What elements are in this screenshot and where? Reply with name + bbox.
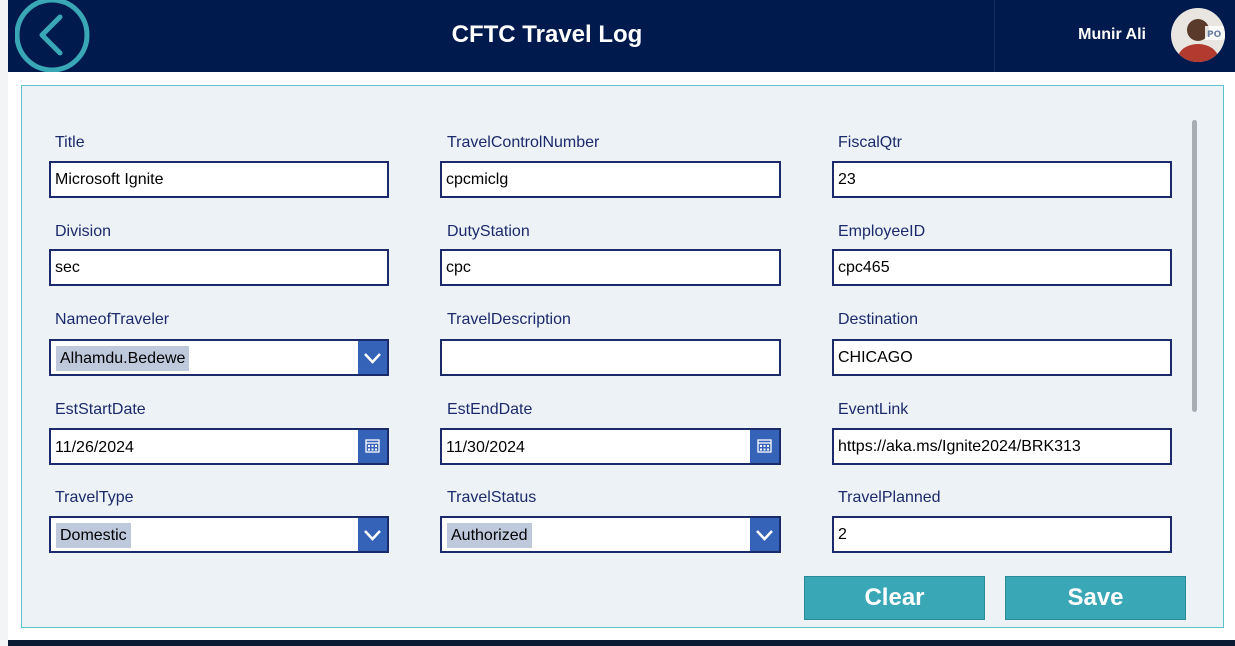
app-header: CFTC Travel Log Munir Ali PO xyxy=(8,0,1235,73)
employee-id-label: EmployeeID xyxy=(838,223,926,240)
travel-description-label: TravelDescription xyxy=(447,311,571,328)
avatar-image: PO xyxy=(1171,8,1225,62)
est-end-date-picker[interactable]: 11/30/2024 xyxy=(440,428,781,465)
travel-type-combobox[interactable]: Domestic xyxy=(49,516,389,553)
event-link-label: EventLink xyxy=(838,401,909,418)
fiscal-qtr-label: FiscalQtr xyxy=(838,134,902,151)
travel-control-number-input[interactable]: cpcmiclg xyxy=(440,161,781,198)
est-start-date-picker[interactable]: 11/26/2024 xyxy=(49,428,389,465)
travel-control-number-label: TravelControlNumber xyxy=(447,134,600,151)
division-label: Division xyxy=(55,223,112,240)
duty-station-input[interactable]: cpc xyxy=(440,249,781,286)
chevron-down-icon xyxy=(364,353,381,364)
destination-label: Destination xyxy=(838,311,919,328)
est-end-date-label: EstEndDate xyxy=(447,401,533,418)
travel-type-selected: Domestic xyxy=(56,523,131,548)
bottom-bar xyxy=(8,640,1235,646)
left-edge-strip xyxy=(0,0,8,646)
fiscal-qtr-input[interactable]: 23 xyxy=(832,161,1172,198)
travel-type-dropdown-button[interactable] xyxy=(358,518,387,551)
destination-input[interactable]: CHICAGO xyxy=(832,339,1172,376)
svg-text:PO: PO xyxy=(1207,30,1222,40)
travel-status-combobox[interactable]: Authorized xyxy=(440,516,781,553)
calendar-icon xyxy=(365,439,380,453)
save-button[interactable]: Save xyxy=(1005,576,1186,620)
employee-id-input[interactable]: cpc465 xyxy=(832,249,1172,286)
est-start-date-calendar-button[interactable] xyxy=(358,430,387,463)
travel-type-label: TravelType xyxy=(55,489,134,506)
travel-planned-label: TravelPlanned xyxy=(838,489,941,506)
clear-button[interactable]: Clear xyxy=(804,576,985,620)
name-of-traveler-dropdown-button[interactable] xyxy=(358,341,387,374)
name-of-traveler-selected: Alhamdu.Bedewe xyxy=(56,346,190,371)
est-end-date-value: 11/30/2024 xyxy=(446,439,525,456)
calendar-icon xyxy=(757,439,772,453)
title-label: Title xyxy=(55,134,85,151)
travel-status-label: TravelStatus xyxy=(447,489,537,506)
chevron-down-icon xyxy=(364,530,381,541)
division-input[interactable]: sec xyxy=(49,249,389,286)
user-name: Munir Ali xyxy=(1078,26,1146,43)
chevron-down-icon xyxy=(756,530,773,541)
est-start-date-label: EstStartDate xyxy=(55,401,146,418)
travel-status-dropdown-button[interactable] xyxy=(750,518,779,551)
avatar[interactable]: PO xyxy=(1171,8,1225,62)
travel-description-input[interactable] xyxy=(440,339,781,376)
est-start-date-value: 11/26/2024 xyxy=(55,439,134,456)
est-end-date-calendar-button[interactable] xyxy=(750,430,779,463)
travel-planned-input[interactable]: 2 xyxy=(832,516,1172,553)
title-input[interactable]: Microsoft Ignite xyxy=(49,161,389,198)
app-title: CFTC Travel Log xyxy=(451,21,643,48)
user-area: Munir Ali PO xyxy=(994,0,1235,72)
travel-status-selected: Authorized xyxy=(447,523,532,548)
name-of-traveler-combobox[interactable]: Alhamdu.Bedewe xyxy=(49,339,389,376)
form-scrollbar[interactable] xyxy=(1192,120,1197,412)
name-of-traveler-label: NameofTraveler xyxy=(55,311,170,328)
event-link-input[interactable]: https://aka.ms/Ignite2024/BRK313 xyxy=(832,428,1172,465)
duty-station-label: DutyStation xyxy=(447,223,530,240)
